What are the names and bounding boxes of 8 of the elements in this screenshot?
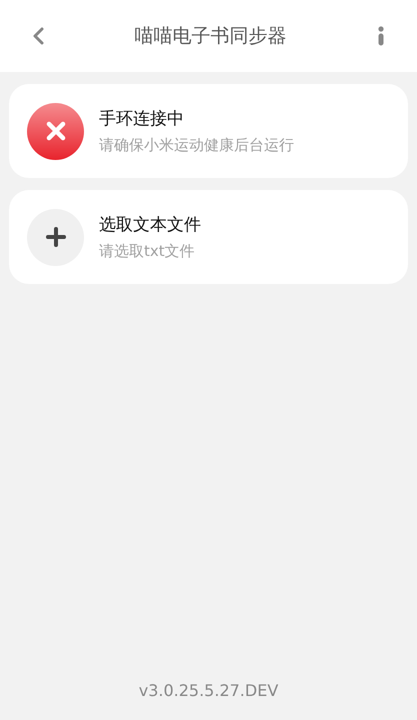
error-card[interactable]: 手环连接中 请确保小米运动健康后台运行 bbox=[9, 84, 408, 178]
card-subtitle: 请选取txt文件 bbox=[99, 242, 196, 261]
card-title: 手环连接中 bbox=[99, 108, 185, 130]
card-subtitle: 请确保小米运动健康后台运行 bbox=[99, 136, 294, 155]
app-title: 喵喵电子书同步器 bbox=[134, 24, 286, 49]
add-card[interactable]: 选取文本文件 请选取txt文件 bbox=[9, 190, 408, 284]
version-label: v3.0.25.5.27.DEV bbox=[138, 681, 278, 700]
card-title: 选取文本文件 bbox=[99, 214, 201, 236]
